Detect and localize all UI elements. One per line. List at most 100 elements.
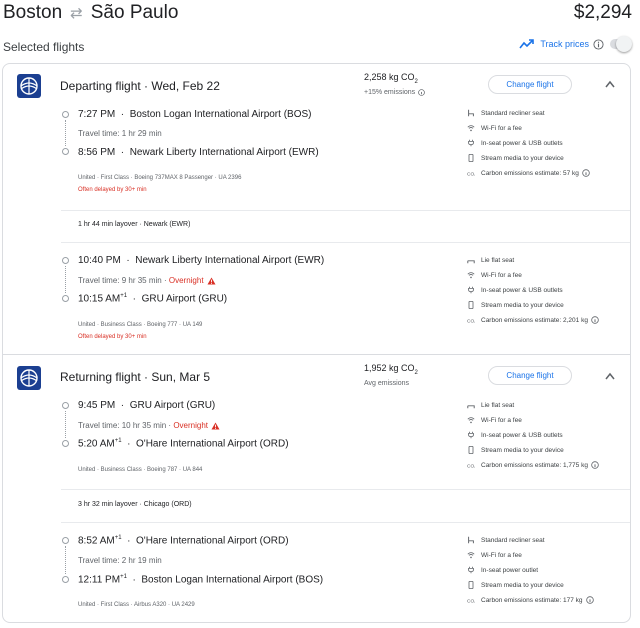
co2-icon: CO₂ — [467, 171, 475, 177]
amenity-label: Wi-Fi for a fee — [481, 124, 522, 132]
timeline-line — [65, 546, 66, 574]
co2-icon: CO₂ — [467, 598, 475, 604]
departing-title: Departing flight · Wed, Feb 22 — [60, 79, 220, 93]
departure-airport: Boston Logan International Airport (BOS) — [129, 109, 312, 120]
divider — [61, 242, 630, 243]
info-icon[interactable] — [591, 461, 599, 469]
amenity-label: Wi-Fi for a fee — [481, 416, 522, 424]
amenity-label: In-seat power & USB outlets — [481, 431, 563, 439]
amenity-seat: Standard recliner seat — [467, 109, 545, 117]
divider — [61, 489, 630, 490]
info-icon[interactable] — [593, 38, 604, 50]
phone-icon — [468, 154, 474, 162]
departure-airport: GRU Airport (GRU) — [129, 400, 216, 411]
chevron-up-icon[interactable] — [605, 372, 615, 380]
change-departing-flight-button[interactable]: Change flight — [488, 75, 572, 94]
departure-airport: Newark Liberty International Airport (EW… — [135, 255, 325, 266]
amenity-label: Wi-Fi for a fee — [481, 551, 522, 559]
power-plug-icon — [468, 431, 474, 439]
emissions-value: 1,952 kg CO — [364, 363, 415, 373]
toggle-knob — [616, 36, 632, 52]
wifi-icon — [467, 125, 475, 132]
seat-icon — [468, 109, 474, 117]
amenity-label: In-seat power outlet — [481, 566, 539, 574]
departure-row: 9:45 PM · GRU Airport (GRU) — [78, 400, 216, 411]
amenity-stream: Stream media to your device — [467, 301, 564, 309]
change-returning-flight-button[interactable]: Change flight — [488, 366, 572, 385]
co2-icon: CO₂ — [467, 318, 475, 324]
info-icon[interactable] — [591, 316, 599, 324]
next-day-indicator: +1 — [114, 438, 122, 444]
timeline-dot — [62, 148, 69, 155]
svg-text:CO₂: CO₂ — [467, 171, 475, 177]
amenity-wifi: Wi-Fi for a fee — [467, 416, 522, 424]
arrival-airport: Newark Liberty International Airport (EW… — [129, 147, 319, 158]
amenity-label: Stream media to your device — [481, 446, 564, 454]
departure-row: 8:52 AM+1 · O'Hare International Airport… — [78, 535, 289, 547]
emissions-note: +15% emissions — [364, 89, 416, 96]
amenity-power: In-seat power & USB outlets — [467, 431, 563, 439]
track-prices-toggle[interactable] — [610, 36, 632, 52]
arrival-row: 5:20 AM+1 · O'Hare International Airport… — [78, 438, 289, 450]
departure-airport: O'Hare International Airport (ORD) — [136, 535, 289, 547]
emissions-note: Avg emissions — [364, 380, 410, 387]
delay-warning: Often delayed by 30+ min — [78, 187, 147, 193]
svg-text:CO₂: CO₂ — [467, 318, 475, 324]
seat-icon — [468, 536, 474, 544]
timeline-dot — [62, 111, 69, 118]
amenity-label: Stream media to your device — [481, 581, 564, 589]
amenity-power: In-seat power & USB outlets — [467, 139, 563, 147]
track-prices-label: Track prices — [540, 39, 589, 49]
timeline-dot — [62, 257, 69, 264]
chevron-up-icon[interactable] — [605, 80, 615, 88]
next-day-indicator: +1 — [120, 574, 127, 580]
destination-city: São Paulo — [90, 2, 179, 23]
phone-icon — [468, 446, 474, 454]
departure-time: 10:40 PM — [78, 255, 121, 266]
selected-flights-card: Departing flight · Wed, Feb 22 2,258 kg … — [2, 63, 631, 623]
united-logo-icon — [17, 74, 41, 98]
route-title: Boston ⇄ São Paulo — [3, 2, 178, 24]
co2-subscript: 2 — [414, 78, 418, 85]
amenity-emissions: CO₂ Carbon emissions estimate: 177 kg — [467, 596, 594, 604]
seat-icon — [467, 260, 475, 264]
seat-icon — [467, 405, 475, 409]
returning-emissions-note: Avg emissions — [364, 380, 409, 387]
warning-icon — [211, 421, 220, 430]
amenity-stream: Stream media to your device — [467, 581, 564, 589]
info-icon[interactable] — [418, 89, 425, 96]
header: Boston ⇄ São Paulo $2,294 — [0, 0, 640, 30]
amenity-seat: Lie flat seat — [467, 401, 514, 409]
arrival-row: 12:11 PM+1 · Boston Logan International … — [78, 574, 324, 586]
overnight-label: Overnight — [168, 276, 204, 285]
info-icon[interactable] — [585, 596, 594, 604]
amenity-emissions: CO₂ Carbon emissions estimate: 1,775 kg — [467, 461, 599, 469]
returning-emissions: 1,952 kg CO2 — [364, 363, 418, 376]
phone-icon — [468, 581, 474, 589]
amenity-wifi: Wi-Fi for a fee — [467, 271, 522, 279]
departing-emissions-note: +15% emissions — [364, 89, 425, 96]
amenity-seat: Lie flat seat — [467, 256, 514, 264]
track-prices[interactable]: Track prices — [519, 36, 632, 52]
departure-time: 9:45 PM — [78, 400, 116, 411]
timeline-dot — [62, 537, 69, 544]
arrival-time: 12:11 PM — [78, 574, 121, 586]
total-price: $2,294 — [573, 2, 632, 23]
travel-time: Travel time: 9 hr 35 min · Overnight — [78, 276, 216, 285]
arrival-airport: Boston Logan International Airport (BOS) — [141, 574, 324, 586]
info-icon[interactable] — [582, 169, 590, 177]
swap-arrows-icon[interactable]: ⇄ — [70, 4, 83, 22]
amenity-label: Standard recliner seat — [481, 109, 545, 117]
layover-info: 1 hr 44 min layover · Newark (EWR) — [78, 221, 191, 228]
amenity-label: Wi-Fi for a fee — [481, 271, 522, 279]
timeline-dot — [62, 402, 69, 409]
wifi-icon — [467, 552, 475, 559]
co2-subscript: 2 — [414, 369, 418, 376]
warning-icon — [207, 276, 216, 285]
arrival-time: 10:15 AM — [78, 293, 121, 305]
svg-text:CO₂: CO₂ — [467, 598, 475, 604]
timeline-line — [65, 120, 66, 146]
trending-up-icon — [519, 39, 535, 49]
timeline-dot — [62, 440, 69, 447]
next-day-indicator: +1 — [114, 535, 122, 541]
